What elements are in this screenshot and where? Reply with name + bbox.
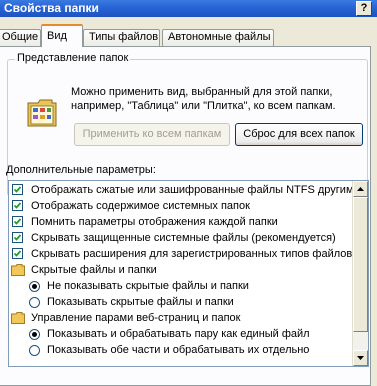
checkbox[interactable]	[12, 248, 23, 259]
radio-button[interactable]	[29, 297, 40, 308]
vertical-scrollbar[interactable]	[352, 181, 368, 366]
scrollbar-thumb[interactable]	[353, 197, 368, 332]
advanced-settings-label: Дополнительные параметры:	[6, 164, 156, 176]
option-remember-folder-view[interactable]: Помнить параметры отображения каждой пап…	[9, 214, 354, 230]
tab-view[interactable]: Вид	[41, 24, 83, 47]
radio-button[interactable]	[29, 281, 40, 292]
option-pair-as-single-file[interactable]: Показывать и обрабатывать пару как едины…	[9, 326, 354, 342]
view-tab-panel: Представление папок Можно применить вид,…	[0, 46, 371, 386]
option-hide-protected-system-files[interactable]: Скрывать защищенные системные файлы (рек…	[9, 230, 354, 246]
option-show-system-folder-contents[interactable]: Отображать содержимое системных папок	[9, 198, 354, 214]
group-hidden-files: Скрытые файлы и папки	[9, 262, 354, 278]
tab-offline-files[interactable]: Автономные файлы	[162, 29, 274, 46]
folder-view-icon	[26, 95, 58, 131]
folder-views-legend: Представление папок	[15, 52, 131, 64]
option-show-both-parts[interactable]: Показывать обе части и обрабатывать их о…	[9, 342, 354, 358]
option-dont-show-hidden[interactable]: Не показывать скрытые файлы и папки	[9, 278, 354, 294]
checkbox[interactable]	[12, 232, 23, 243]
option-show-compressed-colored[interactable]: Отображать сжатые или зашифрованные файл…	[9, 182, 368, 198]
radio-button[interactable]	[29, 329, 40, 340]
help-button[interactable]: ?	[356, 1, 372, 16]
checkbox[interactable]	[12, 184, 23, 195]
checkbox[interactable]	[12, 200, 23, 211]
checkbox[interactable]	[12, 216, 23, 227]
apply-to-all-folders-button[interactable]: Применить ко всем папкам	[74, 123, 230, 146]
advanced-settings-list: Отображать сжатые или зашифрованные файл…	[8, 180, 369, 367]
option-hide-extensions[interactable]: Скрывать расширения для зарегистрированн…	[9, 246, 354, 262]
scroll-up-arrow-icon[interactable]	[353, 181, 368, 197]
option-show-hidden[interactable]: Показывать скрытые файлы и папки	[9, 294, 354, 310]
group-web-page-pairs: Управление парами веб-страниц и папок	[9, 310, 354, 326]
tab-general[interactable]: Общие	[0, 29, 41, 46]
radio-button[interactable]	[29, 345, 40, 356]
scroll-down-arrow-icon[interactable]	[353, 350, 368, 366]
folder-icon	[11, 264, 25, 276]
title-bar: Свойства папки ?	[0, 0, 377, 17]
tab-strip: Общие Вид Типы файлов Автономные файлы	[0, 24, 377, 47]
tab-file-types[interactable]: Типы файлов	[83, 29, 160, 46]
folder-icon	[11, 312, 25, 324]
window-title: Свойства папки	[4, 1, 99, 15]
reset-all-folders-button[interactable]: Сброс для всех папок	[235, 123, 363, 146]
folder-views-description: Можно применить вид, выбранный для этой …	[71, 86, 336, 112]
